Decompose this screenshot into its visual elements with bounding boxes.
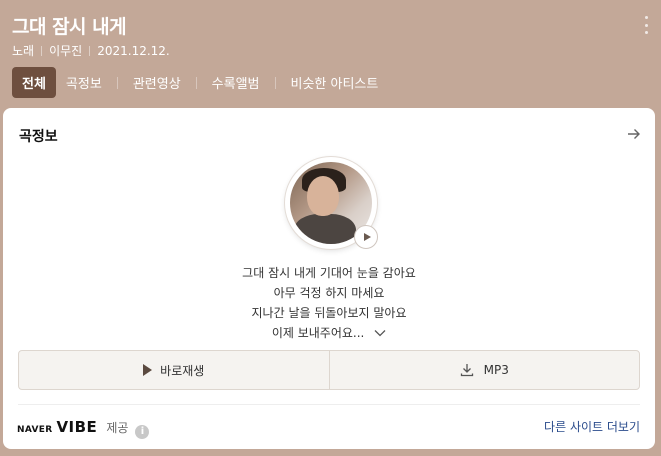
meta-artist[interactable]: 이무진 bbox=[49, 42, 82, 59]
lyrics-preview: 그대 잠시 내게 기대어 눈을 감아요 아무 걱정 하지 마세요 지나간 날을 … bbox=[3, 263, 655, 343]
arrow-right-icon[interactable] bbox=[627, 127, 641, 141]
tab-similar-artists[interactable]: 비슷한 아티스트 bbox=[281, 67, 389, 98]
tab-divider bbox=[195, 76, 197, 89]
tab-all[interactable]: 전체 bbox=[12, 67, 56, 98]
mp3-label: MP3 bbox=[483, 363, 509, 377]
meta-divider bbox=[41, 45, 43, 56]
tab-bar: 전체 곡정보 관련영상 수록앨범 비슷한 아티스트 bbox=[12, 67, 388, 98]
vibe-logo[interactable]: VIBE bbox=[56, 418, 97, 436]
meta-divider bbox=[89, 45, 91, 56]
meta-type: 노래 bbox=[12, 44, 35, 58]
tab-related-videos[interactable]: 관련영상 bbox=[123, 67, 191, 98]
info-icon[interactable]: i bbox=[135, 424, 150, 439]
song-header: 그대 잠시 내게 노래 이무진 2021.12.12. 전체 곡정보 관련영상 … bbox=[0, 0, 661, 108]
mp3-download-button[interactable]: MP3 bbox=[328, 351, 640, 389]
more-sites-link[interactable]: 다른 사이트 더보기 bbox=[544, 418, 640, 435]
naver-logo: NAVER bbox=[17, 425, 53, 435]
tab-song-info[interactable]: 곡정보 bbox=[56, 67, 112, 98]
tab-divider bbox=[274, 76, 276, 89]
more-vertical-icon[interactable] bbox=[643, 16, 649, 34]
tab-album[interactable]: 수록앨범 bbox=[202, 67, 270, 98]
lyrics-expand[interactable]: 이제 보내주어요... bbox=[3, 323, 655, 343]
tab-divider bbox=[116, 76, 118, 89]
footer-divider bbox=[18, 404, 640, 405]
provider-credit: NAVER VIBE 제공 i bbox=[17, 418, 150, 439]
card-title: 곡정보 bbox=[19, 129, 58, 145]
song-meta: 노래 이무진 2021.12.12. bbox=[12, 42, 170, 59]
chevron-down-icon[interactable] bbox=[374, 329, 386, 337]
album-art[interactable] bbox=[285, 157, 378, 249]
lyric-line: 이제 보내주어요... bbox=[271, 326, 365, 340]
lyric-line: 아무 걱정 하지 마세요 bbox=[273, 286, 385, 300]
play-icon[interactable] bbox=[354, 225, 378, 249]
song-title: 그대 잠시 내게 bbox=[12, 16, 127, 38]
play-now-button[interactable]: 바로재생 bbox=[19, 351, 329, 389]
provided-label: 제공 bbox=[106, 421, 129, 435]
meta-date: 2021.12.12. bbox=[97, 43, 170, 58]
play-icon bbox=[143, 364, 153, 376]
lyric-line: 그대 잠시 내게 기대어 눈을 감아요 bbox=[242, 266, 416, 280]
action-buttons: 바로재생 MP3 bbox=[18, 350, 640, 390]
play-now-label: 바로재생 bbox=[160, 363, 205, 378]
song-info-card: 곡정보 그대 잠시 내게 기대어 눈을 감아요 아무 걱정 하지 마세요 지나간… bbox=[3, 108, 655, 449]
lyric-line: 지나간 날을 뒤돌아보지 말아요 bbox=[251, 306, 407, 320]
download-icon bbox=[460, 364, 473, 377]
